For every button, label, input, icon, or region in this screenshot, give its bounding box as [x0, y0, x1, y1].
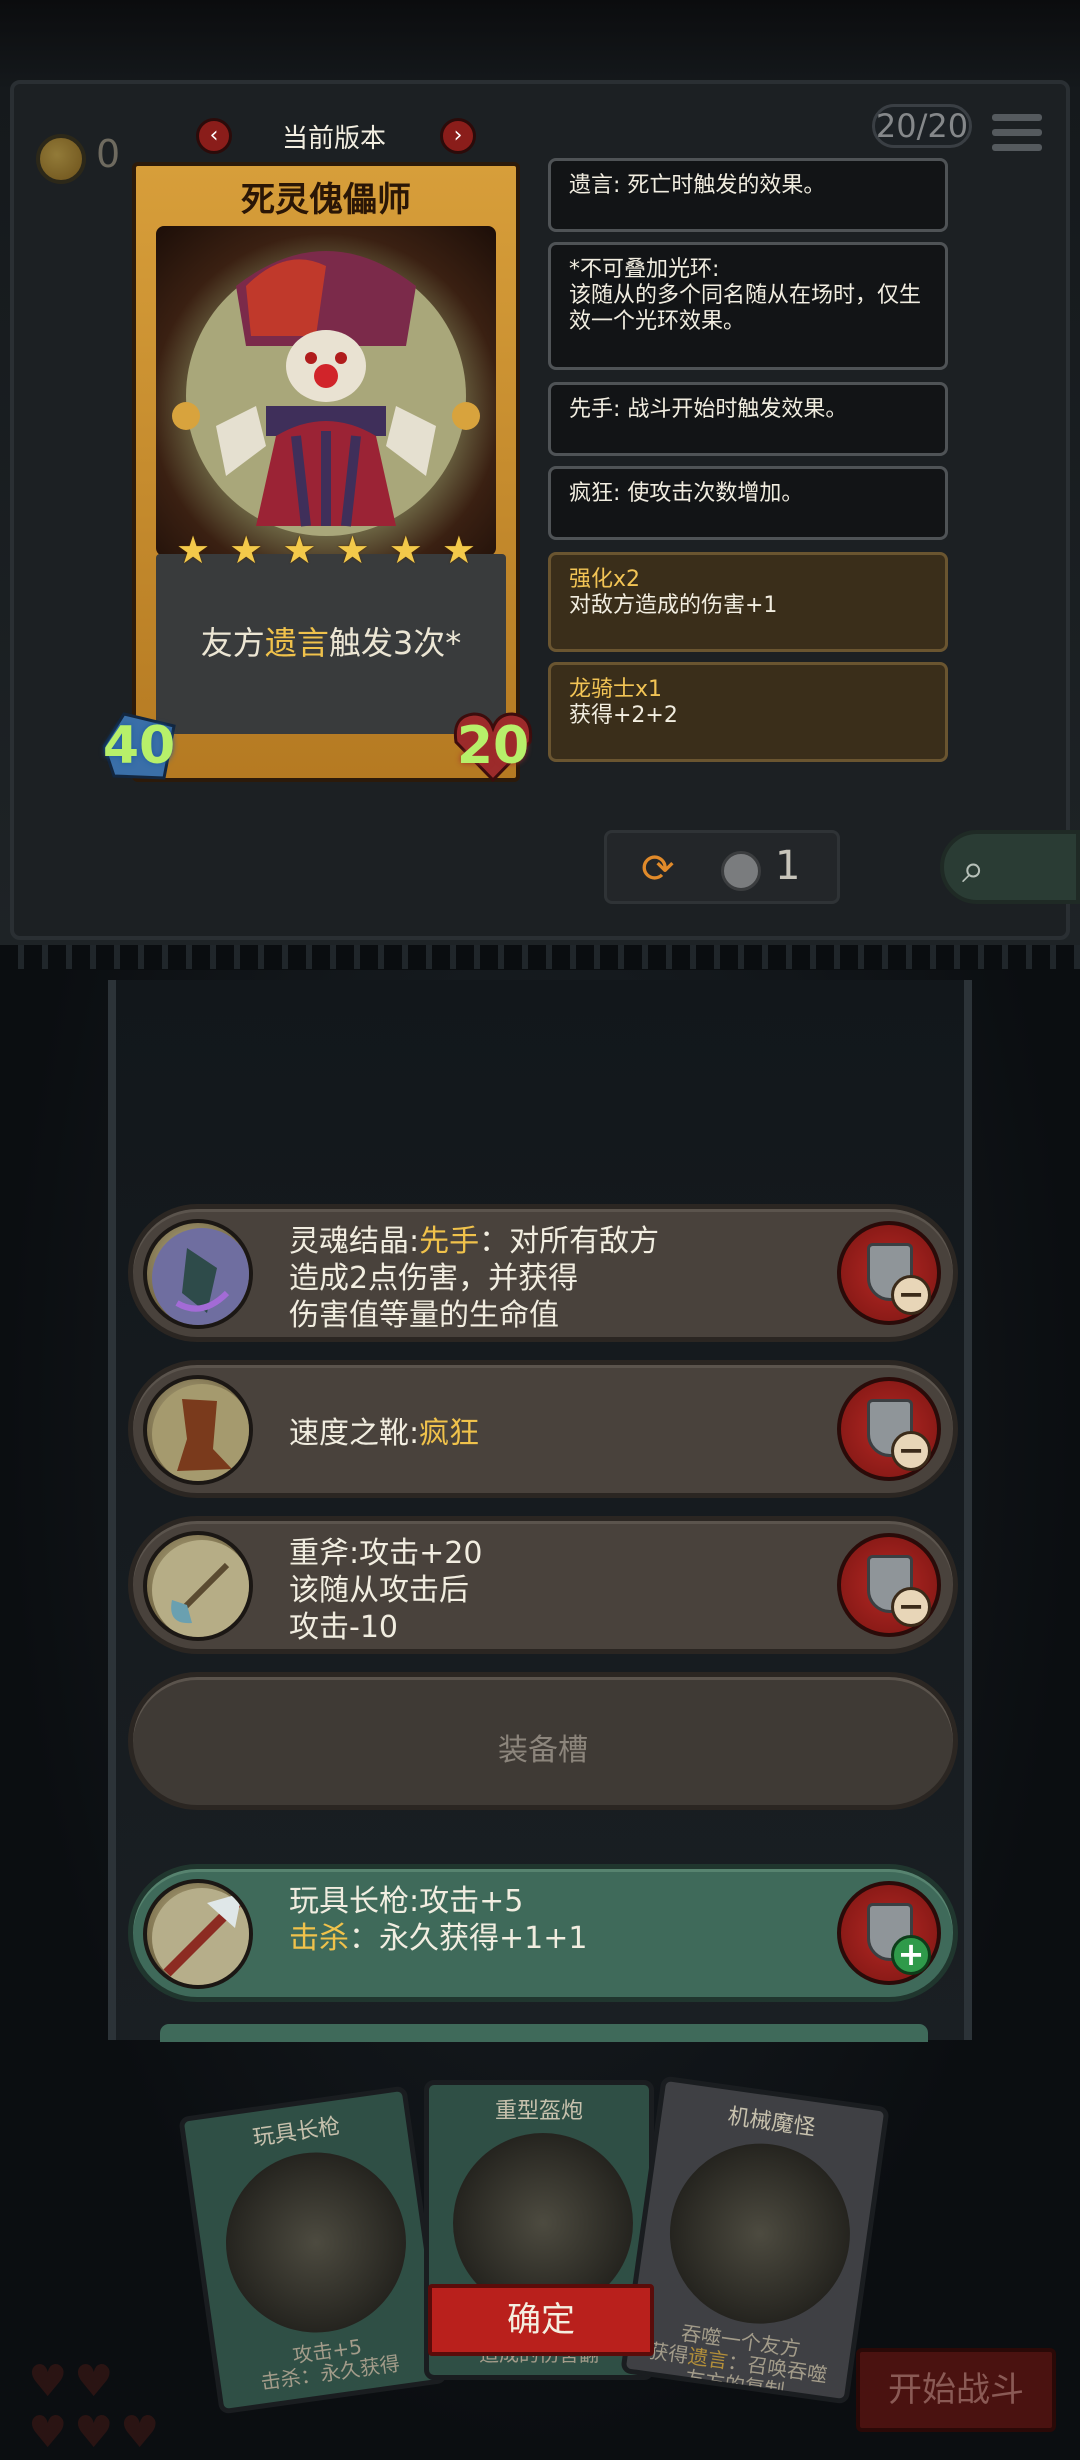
offered-equipment-toy-lance[interactable]: 玩具长枪:攻击+5 击杀：永久获得+1+1 + [128, 1864, 958, 2002]
plus-icon: + [891, 1935, 931, 1975]
token-count: 1 [775, 843, 801, 889]
attack-value: 40 [102, 716, 176, 776]
tooltip-deathrattle: 遗言: 死亡时触发的效果。 [548, 158, 948, 232]
buff-desc: 获得+2+2 [569, 703, 678, 728]
coin-count: 0 [96, 132, 121, 176]
minus-icon: − [891, 1431, 931, 1471]
minion-detail-panel: 0 ‹ 当前版本 › 20/20 死灵傀儡师 友方遗言触发3次* ★ ★ ★ ★… [0, 0, 1080, 945]
keyword-first-strike[interactable]: 先手 [419, 1224, 479, 1259]
star-icon: ★ [441, 528, 476, 572]
empty-equipment-slot[interactable]: 装备槽 [128, 1672, 958, 1810]
health-value: 20 [456, 716, 530, 776]
attack-stat: 40 [94, 706, 184, 786]
star-icon: ★ [229, 528, 264, 572]
speed-boots-icon [143, 1375, 253, 1485]
slot-counter: 20/20 [872, 104, 972, 148]
minion-portrait [156, 226, 496, 556]
soul-crystal-icon [143, 1219, 253, 1329]
equipment-slot-speed-boots[interactable]: 速度之靴:疯狂 − [128, 1360, 958, 1498]
next-offer-edge [160, 2024, 928, 2042]
equipment-text: 玩具长枪:攻击+5 击杀：永久获得+1+1 [289, 1884, 588, 1956]
keyword-kill[interactable]: 击杀 [289, 1921, 349, 1956]
minus-icon: − [891, 1587, 931, 1627]
remove-equipment-button[interactable]: − [837, 1221, 941, 1325]
mech-monster-art [658, 2131, 862, 2336]
lives-indicator: ♥ ♥ ♥ ♥ ♥ [28, 2356, 228, 2458]
buff-desc: 对敌方造成的伤害+1 [569, 593, 778, 618]
star-icon: ★ [282, 528, 317, 572]
search-button[interactable]: ⌕ [940, 830, 1080, 904]
remove-equipment-button[interactable]: − [837, 1377, 941, 1481]
heart-icon: ♥ [28, 2356, 68, 2407]
equipment-text: 灵魂结晶:先手：对所有敌方 造成2点伤害，并获得 伤害值等量的生命值 [289, 1224, 660, 1333]
panel-divider [0, 945, 1080, 969]
start-battle-button[interactable]: 开始战斗 [856, 2348, 1056, 2432]
star-icon: ★ [388, 528, 423, 572]
action-bar: ⟳ 1 [604, 830, 840, 904]
heart-icon: ♥ [120, 2407, 160, 2458]
menu-icon[interactable] [992, 114, 1042, 158]
equipment-text: 速度之靴:疯狂 [289, 1416, 480, 1451]
buff-enhance: 强化x2 对敌方造成的伤害+1 [548, 552, 948, 652]
token-icon [721, 851, 761, 891]
hand-card-text: 攻击+5 击杀：永久获得 [259, 2334, 402, 2395]
tooltip-non-stacking-aura: *不可叠加光环: 该随从的多个同名随从在场时，仅生效一个光环效果。 [548, 242, 948, 370]
empty-slot-label: 装备槽 [498, 1733, 588, 1768]
buff-title: 强化x2 [569, 567, 641, 592]
next-version-button[interactable]: › [440, 118, 476, 154]
confirm-button[interactable]: 确定 [428, 2284, 654, 2356]
star-icon: ★ [176, 528, 211, 572]
buff-title: 龙骑士x1 [569, 677, 663, 702]
keyword-frenzy[interactable]: 疯狂 [419, 1416, 479, 1451]
heart-icon: ♥ [74, 2407, 114, 2458]
toy-lance-art [214, 2140, 418, 2345]
minus-icon: − [891, 1275, 931, 1315]
toy-lance-icon [143, 1879, 253, 1989]
chevron-right-icon: › [453, 123, 463, 148]
health-stat: 20 [448, 706, 538, 786]
heavy-axe-icon [143, 1531, 253, 1641]
hand-card-mech-monster[interactable]: 机械魔怪 吞噬一个友方 获得遗言：召唤吞噬 友方的复制 [620, 2075, 890, 2405]
equipment-text: 重斧:攻击+20 该随从攻击后 攻击-10 [289, 1536, 483, 1645]
heart-icon: ♥ [28, 2407, 68, 2458]
remove-equipment-button[interactable]: − [837, 1533, 941, 1637]
version-label: 当前版本 [282, 124, 387, 154]
heart-icon: ♥ [74, 2356, 114, 2407]
equipment-slot-heavy-axe[interactable]: 重斧:攻击+20 该随从攻击后 攻击-10 − [128, 1516, 958, 1654]
star-rating: ★ ★ ★ ★ ★ ★ [176, 528, 476, 572]
tooltip-first-strike: 先手: 战斗开始时触发效果。 [548, 382, 948, 456]
chevron-left-icon: ‹ [209, 123, 219, 148]
add-equipment-button[interactable]: + [837, 1881, 941, 1985]
tooltip-frenzy: 疯狂: 使攻击次数增加。 [548, 466, 948, 540]
refresh-icon[interactable]: ⟳ [641, 847, 685, 891]
keyword-deathrattle[interactable]: 遗言 [265, 624, 329, 662]
minion-name: 死灵傀儡师 [241, 180, 411, 220]
gold-coin-icon [36, 134, 86, 184]
star-icon: ★ [335, 528, 370, 572]
equipment-slot-soul-crystal[interactable]: 灵魂结晶:先手：对所有敌方 造成2点伤害，并获得 伤害值等量的生命值 − [128, 1204, 958, 1342]
minion-card: 死灵傀儡师 友方遗言触发3次* ★ ★ ★ ★ ★ ★ 40 20 [102, 162, 533, 783]
prev-version-button[interactable]: ‹ [196, 118, 232, 154]
minion-ability-text: 友方遗言触发3次* [200, 624, 462, 662]
hand-card-title: 重型盔炮 [494, 2099, 583, 2124]
buff-dragon-knight: 龙骑士x1 获得+2+2 [548, 662, 948, 762]
search-icon: ⌕ [962, 846, 985, 892]
